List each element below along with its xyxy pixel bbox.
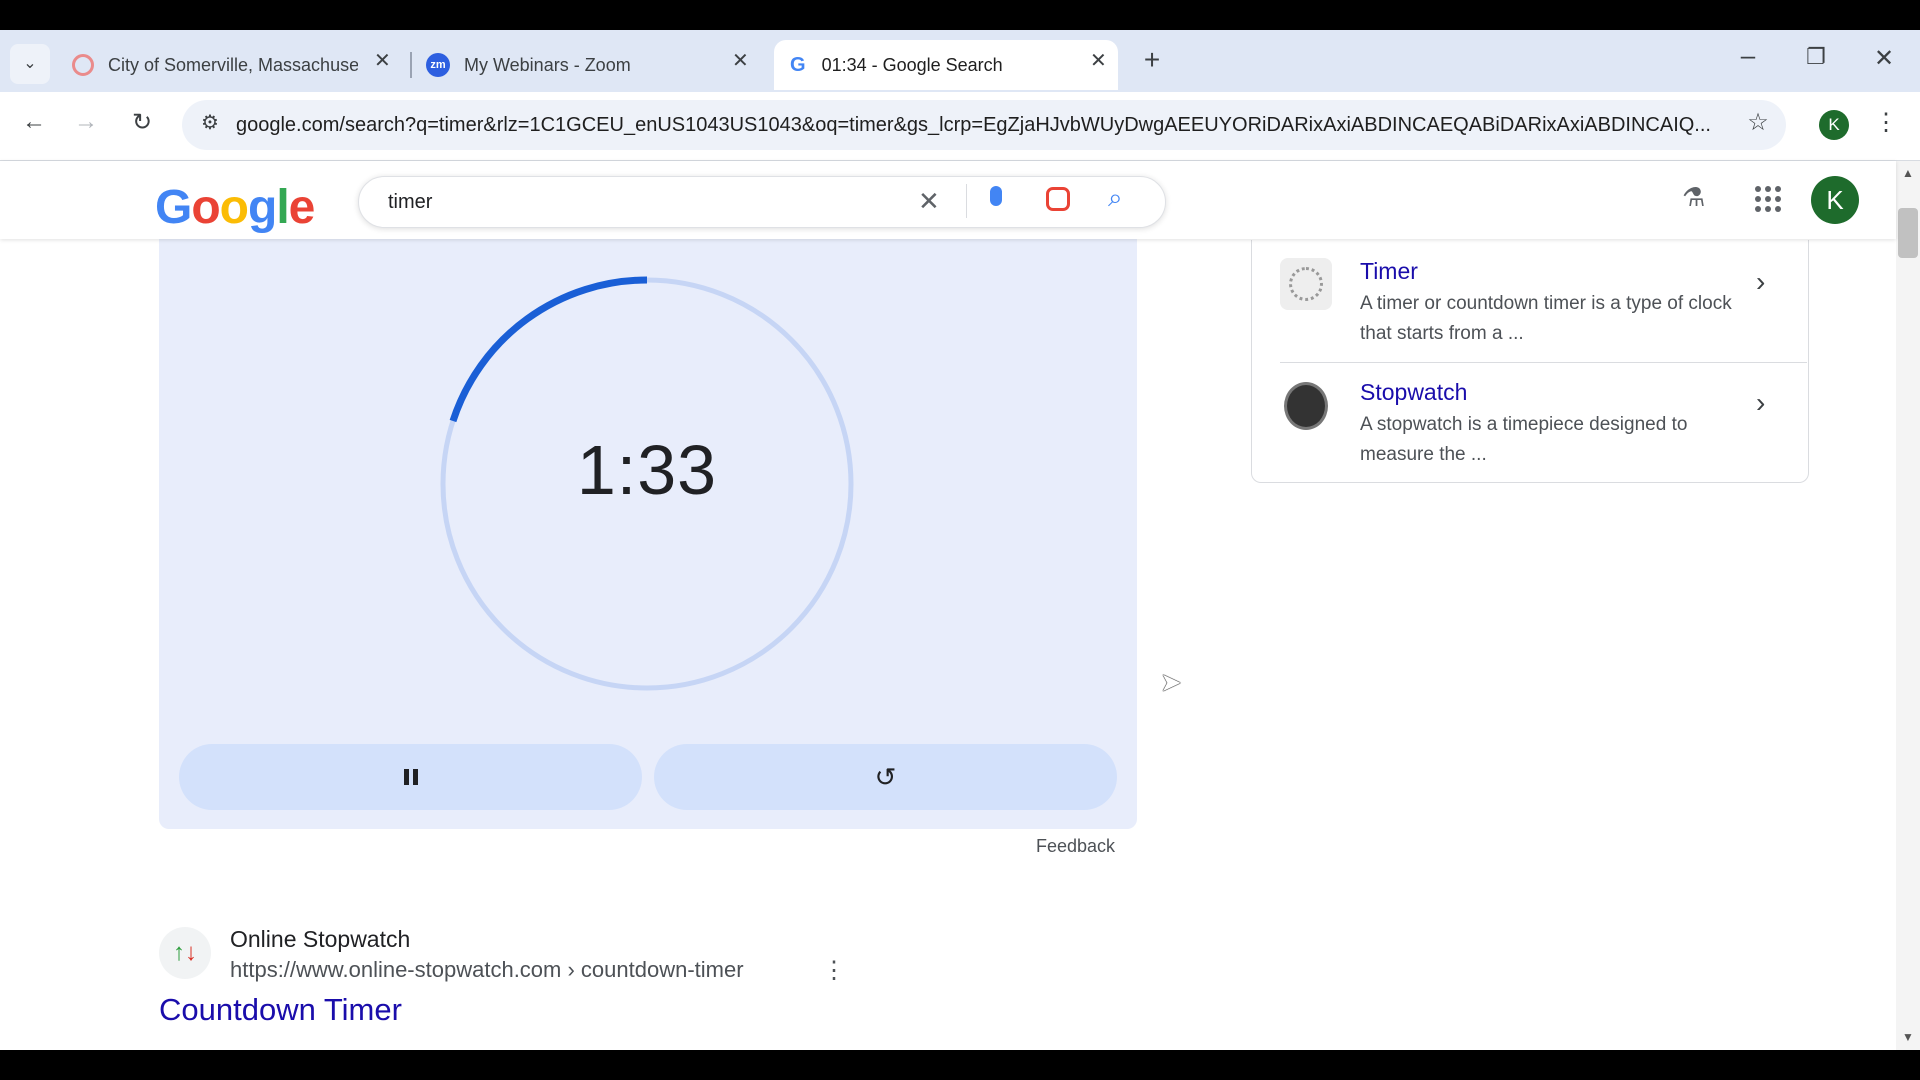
stopwatch-image-icon: [1284, 382, 1328, 430]
tab-zoom[interactable]: zm My Webinars - Zoom: [426, 40, 756, 90]
url-text[interactable]: google.com/search?q=timer&rlz=1C1GCEU_en…: [236, 100, 1726, 150]
forward-button[interactable]: →: [70, 108, 102, 136]
google-icon: [72, 54, 94, 76]
tab-title: My Webinars - Zoom: [464, 54, 631, 75]
reset-icon: ↺: [874, 761, 897, 792]
tab-title: City of Somerville, Massachuset: [108, 54, 358, 75]
result-more-icon[interactable]: ⋮: [822, 956, 846, 985]
timer-image-icon: [1289, 267, 1323, 301]
list-divider: [1280, 362, 1807, 363]
new-tab-button[interactable]: +: [1136, 44, 1168, 76]
restore-button[interactable]: ❐: [1800, 44, 1832, 70]
result-site-name: Online Stopwatch: [230, 926, 411, 952]
reload-button[interactable]: ↻: [126, 108, 158, 137]
reset-button[interactable]: ↺: [654, 744, 1117, 810]
chevron-right-icon[interactable]: ›: [1756, 387, 1765, 419]
search-query[interactable]: timer: [388, 176, 432, 228]
result-url[interactable]: https://www.online-stopwatch.com › count…: [230, 957, 744, 983]
close-icon[interactable]: ✕: [1090, 48, 1107, 73]
close-icon[interactable]: ✕: [374, 48, 391, 73]
tab-search-button[interactable]: ⌄: [10, 44, 50, 84]
result-title[interactable]: Countdown Timer: [159, 992, 402, 1028]
close-icon[interactable]: ✕: [732, 48, 749, 73]
back-button[interactable]: ←: [18, 108, 50, 136]
pause-icon: [403, 769, 418, 785]
tab-title: 01:34 - Google Search: [821, 54, 1003, 75]
related-item-title[interactable]: Stopwatch: [1360, 379, 1467, 406]
google-logo[interactable]: Google: [155, 180, 315, 235]
related-item-description: A stopwatch is a timepiece designed to m…: [1360, 414, 1688, 465]
google-account-avatar[interactable]: K: [1811, 176, 1859, 224]
scrollbar-down-arrow[interactable]: ▼: [1902, 1030, 1914, 1044]
tab-separator: [410, 52, 412, 78]
labs-flask-icon[interactable]: ⚗: [1682, 182, 1705, 213]
google-icon: G: [790, 53, 806, 76]
pause-button[interactable]: [179, 744, 642, 810]
site-favicon: ↑↓: [159, 927, 211, 979]
clear-search-icon[interactable]: ✕: [918, 186, 940, 217]
scrollbar-thumb[interactable]: [1898, 208, 1918, 258]
search-divider: [966, 184, 967, 218]
stopwatch-thumbnail[interactable]: [1280, 376, 1332, 436]
scrollbar-up-arrow[interactable]: ▲: [1902, 166, 1914, 180]
search-icon[interactable]: ⌕: [1108, 182, 1123, 214]
tab-somerville[interactable]: City of Somerville, Massachuset: [66, 40, 396, 90]
related-item-description: A timer or countdown timer is a type of …: [1360, 293, 1732, 344]
timer-display: 1:33: [576, 431, 718, 509]
tab-google-search[interactable]: G 01:34 - Google Search: [774, 40, 1118, 90]
timer-progress-arc: [449, 276, 648, 423]
zoom-icon: zm: [426, 53, 450, 77]
taskbar-strip: [0, 1050, 1920, 1080]
related-item-title[interactable]: Timer: [1360, 258, 1418, 285]
timer-thumbnail[interactable]: [1280, 258, 1332, 310]
bookmark-star-icon[interactable]: ☆: [1742, 108, 1774, 137]
mouse-cursor: ➤: [1160, 667, 1182, 697]
avatar-initial: K: [1826, 185, 1844, 215]
scrollbar[interactable]: [1896, 161, 1920, 1050]
close-window-button[interactable]: ✕: [1868, 44, 1900, 73]
apps-grid-icon[interactable]: [1755, 186, 1781, 212]
search-input[interactable]: [358, 176, 1166, 228]
feedback-link[interactable]: Feedback: [1036, 836, 1115, 857]
microphone-icon[interactable]: [988, 186, 1004, 212]
chevron-right-icon[interactable]: ›: [1756, 266, 1765, 298]
profile-initial: K: [1828, 115, 1840, 134]
arrows-icon: ↑↓: [173, 939, 197, 966]
lens-icon[interactable]: [1046, 187, 1070, 211]
profile-avatar[interactable]: K: [1819, 110, 1849, 140]
site-info-icon[interactable]: ⚙: [194, 110, 226, 135]
minimize-button[interactable]: –: [1732, 40, 1764, 71]
menu-icon[interactable]: ⋮: [1870, 108, 1902, 137]
